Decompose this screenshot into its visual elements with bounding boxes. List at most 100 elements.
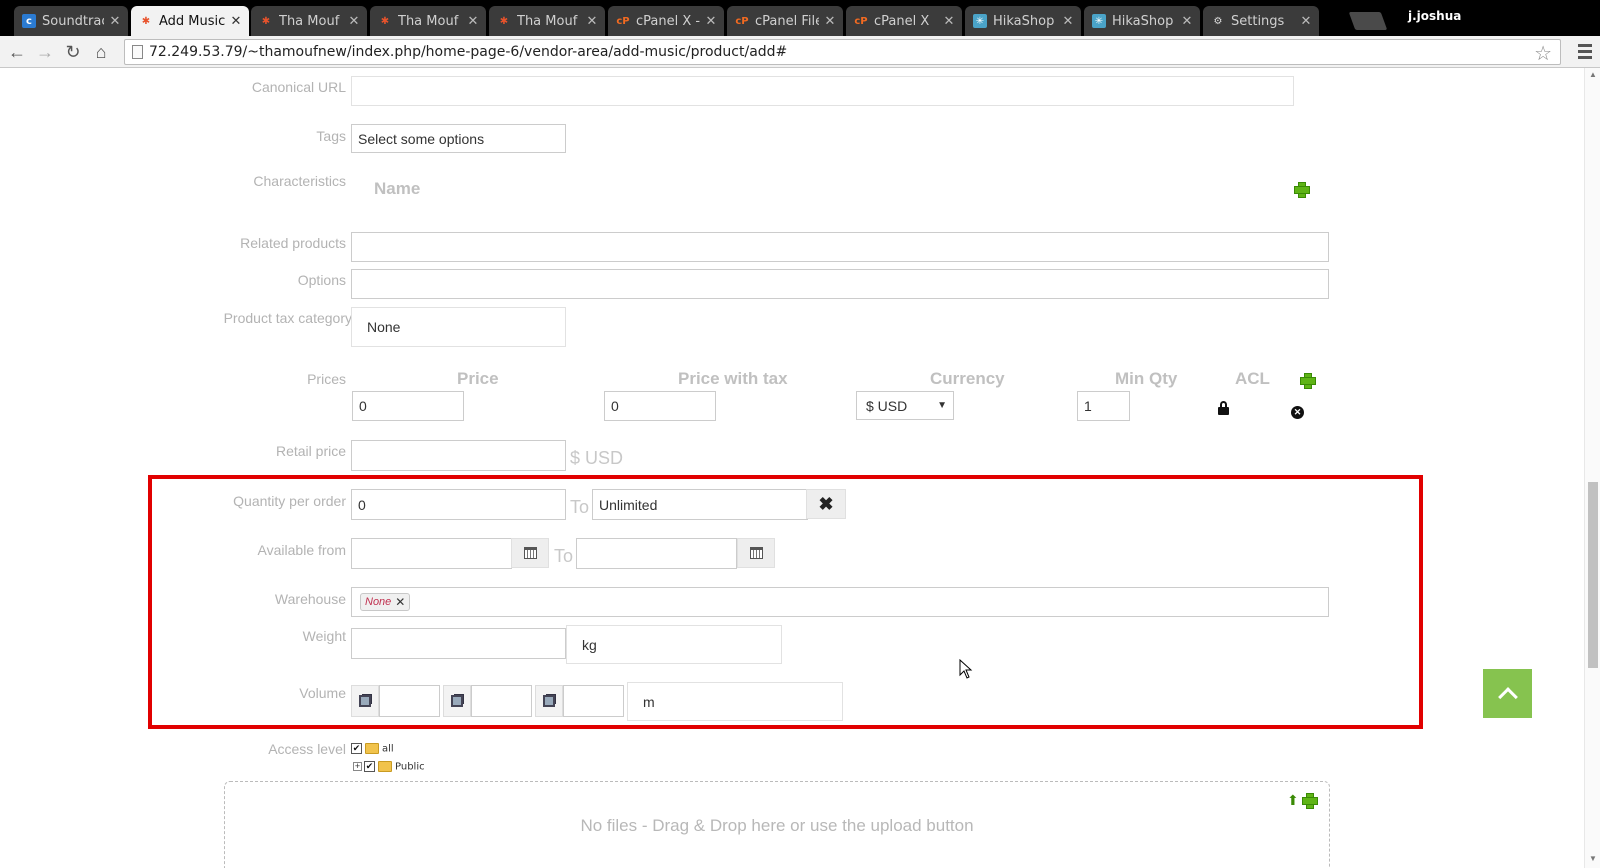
- forward-arrow-icon[interactable]: →: [33, 40, 57, 64]
- scroll-thumb[interactable]: [1588, 482, 1598, 668]
- gear-icon: ⚙: [1213, 15, 1223, 27]
- currency-select[interactable]: $ USD ▼: [856, 391, 954, 420]
- file-dropzone[interactable]: ⬆ No files - Drag & Drop here or use the…: [224, 781, 1330, 868]
- close-icon[interactable]: ✕: [1180, 14, 1194, 29]
- tab-tha-mouf-2[interactable]: ✱ Tha Mouf - / ✕: [370, 6, 486, 36]
- tab-tha-mouf-3[interactable]: ✱ Tha Mouf - / ✕: [489, 6, 605, 36]
- close-icon[interactable]: ✕: [823, 14, 837, 29]
- tab-title: cPanel File M: [755, 13, 819, 29]
- joomla-favicon-icon: ✱: [141, 15, 151, 27]
- cpanel-favicon-icon: cP: [735, 15, 749, 27]
- tab-title: Tha Mouf - /: [517, 13, 581, 29]
- joomla-favicon-icon: ✱: [261, 15, 271, 27]
- tab-hikashop-1[interactable]: ✳ HikaShop - I ✕: [965, 6, 1081, 36]
- min-qty-column-header: Min Qty: [1115, 369, 1178, 388]
- tab-cpanel-1[interactable]: cP cPanel X - M ✕: [608, 6, 724, 36]
- characteristics-name-header: Name: [374, 179, 421, 198]
- tab-tha-mouf-1[interactable]: ✱ Tha Mouf - / ✕: [251, 6, 367, 36]
- acl-column-header: ACL: [1235, 369, 1270, 388]
- upload-arrow-icon: ⬆: [1287, 792, 1299, 808]
- tab-title: HikaShop - I: [993, 13, 1057, 29]
- access-tree-label: all: [382, 743, 394, 755]
- retail-price-input[interactable]: [351, 440, 566, 471]
- tab-settings[interactable]: ⚙ Settings ✕: [1203, 6, 1319, 36]
- options-input[interactable]: [351, 269, 1329, 299]
- chrome-menu-icon[interactable]: [1578, 44, 1592, 62]
- tab-soundtracks[interactable]: c Soundtracks ✕: [14, 6, 128, 36]
- price-with-tax-column-header: Price with tax: [678, 369, 788, 388]
- close-icon[interactable]: ✕: [1061, 14, 1075, 29]
- back-to-top-button[interactable]: [1483, 669, 1532, 718]
- close-icon[interactable]: ✕: [466, 14, 480, 29]
- retail-price-label: Retail price: [275, 443, 346, 459]
- tax-category-select[interactable]: None: [351, 307, 566, 347]
- prices-label: Prices: [307, 371, 346, 387]
- checkbox[interactable]: ✔: [351, 743, 362, 755]
- url-text[interactable]: 72.249.53.79/~thamoufnew/index.php/home-…: [149, 44, 787, 60]
- related-products-label: Related products: [240, 235, 346, 251]
- tab-hikashop-2[interactable]: ✳ HikaShop - I ✕: [1084, 6, 1200, 36]
- min-qty-input[interactable]: 1: [1077, 391, 1130, 421]
- tags-select[interactable]: Select some options: [351, 124, 566, 153]
- address-bar[interactable]: 72.249.53.79/~thamoufnew/index.php/home-…: [124, 39, 1561, 65]
- lock-icon[interactable]: [1218, 401, 1229, 415]
- chevron-up-icon: [1497, 686, 1518, 707]
- add-file-icon: [1302, 793, 1318, 809]
- tab-title: cPanel X - M: [636, 13, 700, 29]
- tab-title: Settings: [1231, 13, 1285, 29]
- bookmark-star-icon[interactable]: ☆: [1534, 41, 1552, 66]
- expand-icon[interactable]: +: [353, 762, 362, 772]
- new-tab-button[interactable]: [1348, 12, 1388, 30]
- browser-toolbar: ← → ↻ ⌂ 72.249.53.79/~thamoufnew/index.p…: [0, 36, 1600, 68]
- reload-icon[interactable]: ↻: [61, 40, 85, 64]
- access-tree-item-all: ✔ all: [351, 740, 394, 758]
- folder-icon: [365, 743, 379, 755]
- highlight-box: [148, 475, 1423, 729]
- tab-title: cPanel X: [874, 13, 930, 29]
- tab-title: Soundtracks: [42, 13, 104, 29]
- remove-price-icon[interactable]: ✕: [1291, 406, 1304, 419]
- add-characteristic-icon[interactable]: [1294, 182, 1310, 198]
- profile-name[interactable]: j.joshua: [1408, 9, 1461, 23]
- price-input[interactable]: 0: [352, 391, 464, 421]
- hikashop-favicon-icon: ✳: [973, 14, 987, 28]
- add-price-icon[interactable]: [1300, 373, 1316, 389]
- page-scrollbar[interactable]: ▲ ▼: [1584, 68, 1600, 868]
- canonical-url-label: Canonical URL: [251, 79, 346, 95]
- joomla-favicon-icon: ✱: [380, 15, 390, 27]
- close-icon[interactable]: ✕: [347, 14, 361, 29]
- browser-tab-strip: c Soundtracks ✕ ✱ Add Music ✕ ✱ Tha Mouf…: [0, 0, 1600, 36]
- currency-column-header: Currency: [930, 369, 1005, 388]
- tax-category-label: Product tax category: [223, 310, 352, 326]
- related-products-input[interactable]: [351, 232, 1329, 262]
- close-icon[interactable]: ✕: [704, 14, 718, 29]
- tab-add-music[interactable]: ✱ Add Music ✕: [131, 6, 249, 36]
- close-icon[interactable]: ✕: [942, 14, 956, 29]
- close-icon[interactable]: ✕: [1299, 14, 1313, 29]
- joomla-favicon-icon: ✱: [499, 15, 509, 27]
- chevron-down-icon: ▼: [937, 400, 947, 411]
- page-content: Canonical URL Tags Select some options C…: [0, 68, 1584, 868]
- tab-cpanel-2[interactable]: cP cPanel X ✕: [846, 6, 962, 36]
- characteristics-label: Characteristics: [253, 173, 346, 189]
- mouse-cursor-icon: [959, 659, 973, 679]
- close-icon[interactable]: ✕: [229, 14, 243, 29]
- folder-icon: [378, 761, 392, 773]
- close-icon[interactable]: ✕: [108, 14, 122, 29]
- soundtracks-favicon-icon: c: [22, 14, 36, 28]
- cpanel-favicon-icon: cP: [854, 15, 868, 27]
- tab-cpanel-file[interactable]: cP cPanel File M ✕: [727, 6, 843, 36]
- upload-button[interactable]: ⬆: [1287, 792, 1318, 809]
- back-arrow-icon[interactable]: ←: [5, 40, 29, 64]
- canonical-url-input[interactable]: [351, 76, 1294, 106]
- tab-title: Add Music: [159, 13, 225, 29]
- scroll-down-arrow-icon[interactable]: ▼: [1589, 854, 1597, 863]
- page-icon: [132, 45, 143, 59]
- price-column-header: Price: [457, 369, 499, 388]
- scroll-up-arrow-icon[interactable]: ▲: [1589, 70, 1597, 79]
- access-tree-label: Public: [395, 761, 425, 773]
- price-with-tax-input[interactable]: 0: [604, 391, 716, 421]
- close-icon[interactable]: ✕: [585, 14, 599, 29]
- checkbox[interactable]: ✔: [364, 761, 375, 773]
- home-icon[interactable]: ⌂: [89, 40, 113, 64]
